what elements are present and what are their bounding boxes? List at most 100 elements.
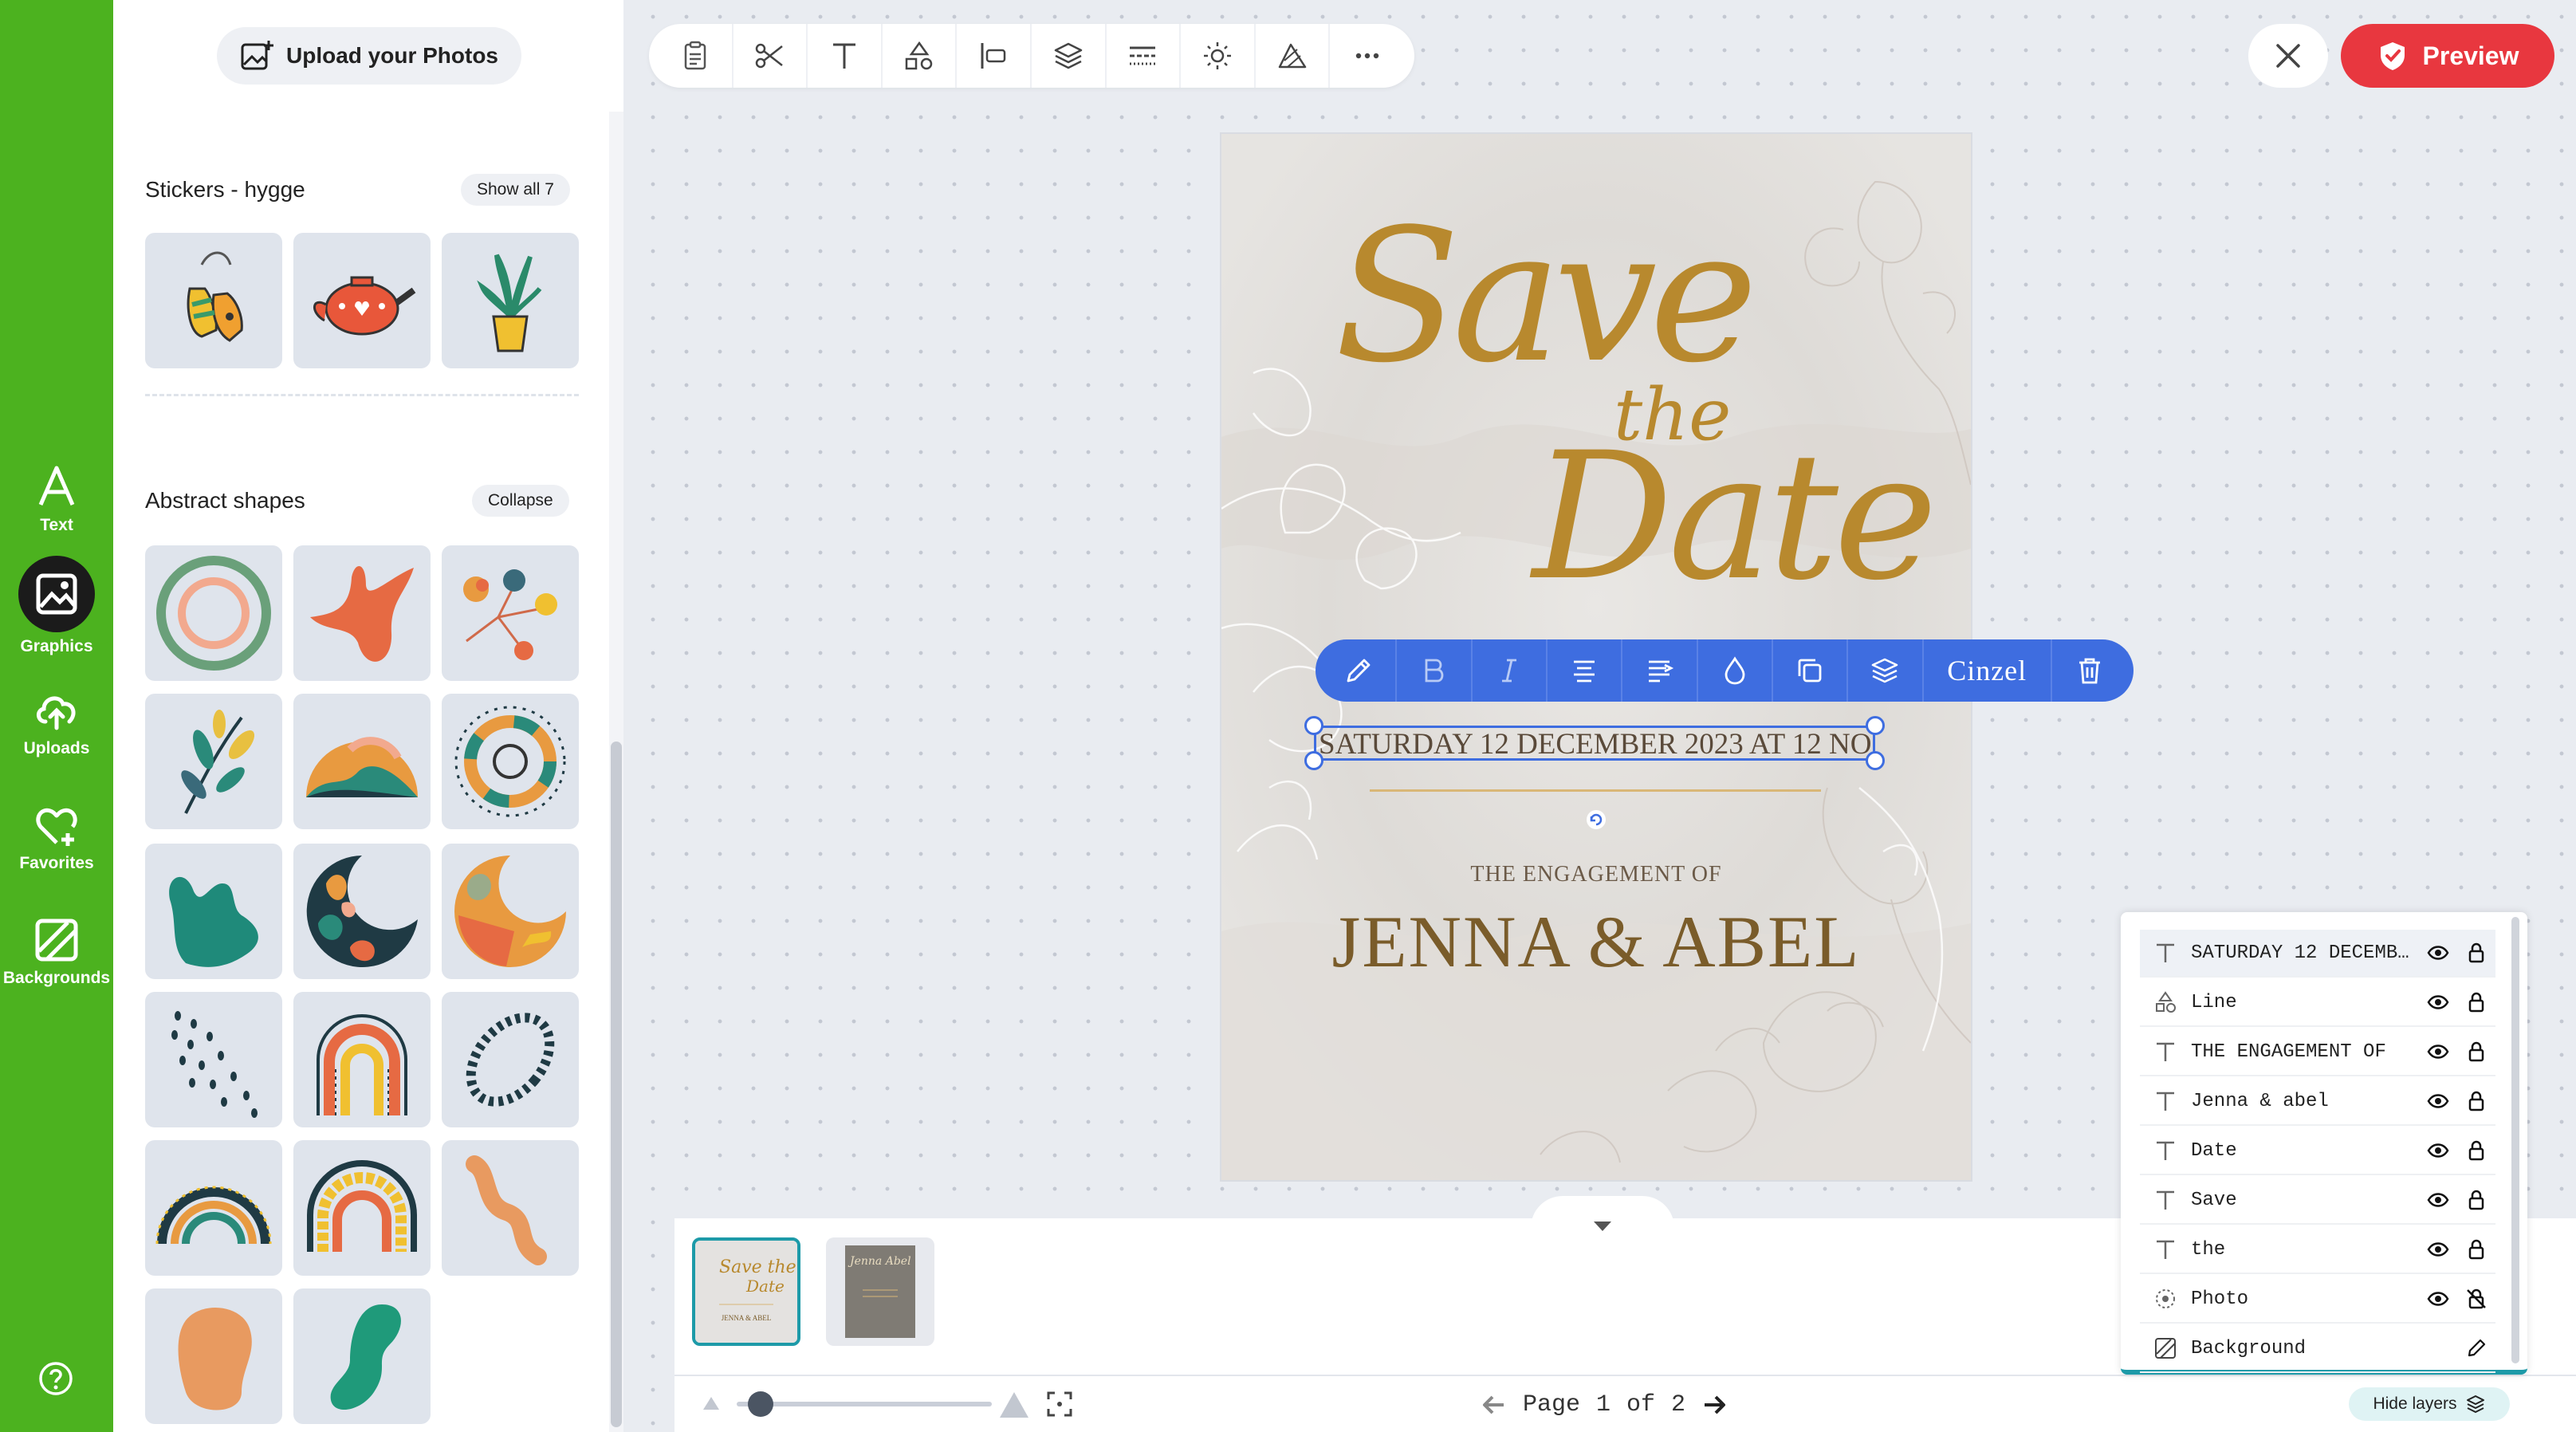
layer-row[interactable]: Save bbox=[2140, 1177, 2495, 1225]
zoom-out-icon[interactable] bbox=[702, 1394, 721, 1413]
toggle-lock-button[interactable] bbox=[2457, 1090, 2495, 1112]
layer-row[interactable]: SATURDAY 12 DECEMBE… bbox=[2140, 930, 2495, 978]
add-shape-button[interactable] bbox=[883, 24, 958, 88]
shape-dot-pattern[interactable] bbox=[145, 992, 282, 1127]
bold-button[interactable] bbox=[1397, 639, 1473, 702]
layer-row[interactable]: the bbox=[2140, 1226, 2495, 1274]
close-editor-button[interactable] bbox=[2248, 24, 2328, 88]
duplicate-button[interactable] bbox=[1773, 639, 1849, 702]
layer-row[interactable]: Background bbox=[2140, 1325, 2495, 1373]
toggle-visibility-button[interactable] bbox=[2419, 1139, 2457, 1162]
toggle-lock-button[interactable] bbox=[2457, 991, 2495, 1013]
brightness-button[interactable] bbox=[1181, 24, 1256, 88]
help-icon[interactable] bbox=[37, 1359, 75, 1398]
shape-camo-crescent[interactable] bbox=[293, 844, 431, 979]
zoom-slider-track[interactable] bbox=[737, 1402, 992, 1406]
pencil-icon bbox=[2468, 1339, 2486, 1357]
toggle-visibility-button[interactable] bbox=[2419, 1189, 2457, 1211]
toggle-visibility-button[interactable] bbox=[2419, 991, 2457, 1013]
shape-patchwork-moon[interactable] bbox=[442, 844, 579, 979]
rail-item-favorites[interactable]: Favorites bbox=[0, 781, 113, 893]
collapse-abstract-button[interactable]: Collapse bbox=[472, 485, 569, 517]
toggle-visibility-button[interactable] bbox=[2419, 1288, 2457, 1310]
shape-dashed-ring[interactable] bbox=[442, 992, 579, 1127]
upload-photos-button[interactable]: Upload your Photos bbox=[217, 27, 521, 85]
edit-layer-button[interactable] bbox=[2457, 1337, 2495, 1359]
shape-leaves[interactable] bbox=[145, 694, 282, 829]
sticker-plant[interactable] bbox=[442, 233, 579, 368]
rail-item-text[interactable]: Text bbox=[0, 443, 113, 555]
hide-layers-button[interactable]: Hide layers bbox=[2349, 1387, 2510, 1421]
page-thumbnail-1[interactable]: Save the Date Date JENNA & ABEL bbox=[692, 1237, 800, 1346]
fit-screen-icon[interactable] bbox=[1046, 1391, 1073, 1418]
delete-button[interactable] bbox=[2052, 639, 2127, 702]
toggle-lock-button[interactable] bbox=[2457, 1288, 2495, 1310]
preview-button[interactable]: Preview bbox=[2341, 24, 2554, 88]
arrow-left-icon[interactable] bbox=[1480, 1391, 1507, 1418]
shape-sunburst[interactable] bbox=[442, 694, 579, 829]
toggle-lock-button[interactable] bbox=[2457, 1189, 2495, 1211]
toggle-visibility-button[interactable] bbox=[2419, 1090, 2457, 1112]
shape-striped-arch[interactable] bbox=[293, 992, 431, 1127]
shape-rainbow-1[interactable] bbox=[145, 1140, 282, 1276]
add-text-button[interactable] bbox=[808, 24, 883, 88]
zoom-slider-handle[interactable] bbox=[748, 1391, 773, 1417]
layers-button[interactable] bbox=[1032, 24, 1107, 88]
more-button[interactable] bbox=[1330, 24, 1405, 88]
resize-handle-bottom-left[interactable] bbox=[1304, 751, 1323, 770]
sticker-mittens[interactable] bbox=[145, 233, 282, 368]
collapse-strip-button[interactable] bbox=[1531, 1196, 1674, 1234]
layer-row[interactable]: Line bbox=[2140, 979, 2495, 1027]
toggle-lock-button[interactable] bbox=[2457, 1139, 2495, 1162]
panel-scrollbar[interactable] bbox=[611, 742, 622, 1427]
clipboard-button[interactable] bbox=[659, 24, 733, 88]
italic-button[interactable] bbox=[1473, 639, 1548, 702]
edit-text-button[interactable] bbox=[1322, 639, 1398, 702]
layer-row[interactable]: Jenna & abel bbox=[2140, 1078, 2495, 1126]
show-all-stickers-button[interactable]: Show all 7 bbox=[461, 174, 570, 206]
toggle-visibility-button[interactable] bbox=[2419, 1041, 2457, 1063]
shape-rainbow-2[interactable] bbox=[293, 1140, 431, 1276]
arrange-button[interactable] bbox=[1848, 639, 1924, 702]
zoom-in-icon[interactable] bbox=[998, 1391, 1030, 1419]
shape-green-blob[interactable] bbox=[293, 1288, 431, 1424]
page-thumbnail-2[interactable]: Jenna Abel bbox=[826, 1237, 934, 1346]
shape-half-dome[interactable] bbox=[293, 694, 431, 829]
engagement-text[interactable]: THE ENGAGEMENT OF bbox=[1221, 862, 1971, 887]
arrow-right-icon[interactable] bbox=[1701, 1391, 1728, 1418]
cut-button[interactable] bbox=[733, 24, 808, 88]
align-button[interactable] bbox=[957, 24, 1032, 88]
shape-teal-blob[interactable] bbox=[145, 844, 282, 979]
shape-orange-blob[interactable] bbox=[293, 545, 431, 681]
resize-handle-bottom-right[interactable] bbox=[1866, 751, 1885, 770]
toggle-visibility-button[interactable] bbox=[2419, 942, 2457, 964]
align-center-button[interactable] bbox=[1548, 639, 1623, 702]
toggle-visibility-button[interactable] bbox=[2419, 1238, 2457, 1261]
shape-dots-branch[interactable] bbox=[442, 545, 579, 681]
gold-line[interactable] bbox=[1370, 789, 1821, 792]
layers-scrollbar[interactable] bbox=[2511, 917, 2519, 1363]
line-style-button[interactable] bbox=[1107, 24, 1182, 88]
layer-row[interactable]: THE ENGAGEMENT OF bbox=[2140, 1029, 2495, 1076]
shape-squiggle[interactable] bbox=[442, 1140, 579, 1276]
shape-peach-blob[interactable] bbox=[145, 1288, 282, 1424]
text-color-button[interactable] bbox=[1698, 639, 1773, 702]
sticker-teapot[interactable] bbox=[293, 233, 431, 368]
text-direction-button[interactable] bbox=[1622, 639, 1698, 702]
toggle-lock-button[interactable] bbox=[2457, 1041, 2495, 1063]
shape-rings[interactable] bbox=[145, 545, 282, 681]
transparency-button[interactable] bbox=[1256, 24, 1331, 88]
rail-item-uploads[interactable]: Uploads bbox=[0, 667, 113, 778]
date-text[interactable]: Date bbox=[1532, 429, 1937, 604]
couple-names-text[interactable]: JENNA & ABEL bbox=[1221, 899, 1971, 984]
layer-row[interactable]: Photo bbox=[2140, 1276, 2495, 1324]
rail-item-graphics[interactable]: Graphics bbox=[0, 550, 113, 662]
rail-item-backgrounds[interactable]: Backgrounds bbox=[0, 896, 113, 1008]
toggle-lock-button[interactable] bbox=[2457, 942, 2495, 964]
toggle-lock-button[interactable] bbox=[2457, 1238, 2495, 1261]
layer-row[interactable]: Date bbox=[2140, 1127, 2495, 1175]
rotate-icon[interactable] bbox=[1585, 808, 1607, 831]
resize-handle-top-right[interactable] bbox=[1866, 716, 1885, 735]
resize-handle-top-left[interactable] bbox=[1304, 716, 1323, 735]
font-picker-button[interactable]: Cinzel bbox=[1924, 639, 2052, 702]
